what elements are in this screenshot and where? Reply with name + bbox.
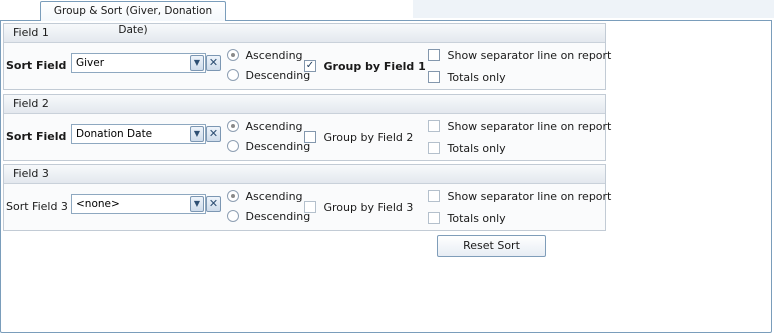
totals-only-2-label: Totals only: [447, 141, 506, 155]
field-3-group: Field 3 Sort Field 3 <none> ▼ ✕ Ascendin…: [3, 164, 611, 231]
group-by-field-2-checkbox[interactable]: [304, 131, 316, 143]
sort-field-2-value: Donation Date: [76, 128, 153, 140]
separator-line-1-label: Show separator line on report: [447, 48, 612, 62]
sort-field-3-select[interactable]: <none> ▼: [71, 194, 206, 214]
field-1-group: Field 1 Sort Field 1 Giver ▼ ✕ Ascending…: [3, 23, 611, 90]
tab-group-sort[interactable]: Group & Sort (Giver, Donation Date): [40, 1, 226, 36]
clear-sort-field-3-button[interactable]: ✕: [206, 196, 221, 212]
sort-field-2-label: Sort Field 2: [6, 130, 78, 143]
totals-only-3-checkbox[interactable]: [428, 212, 440, 224]
chevron-down-icon[interactable]: ▼: [190, 126, 204, 142]
descending-3-radio[interactable]: [227, 210, 239, 222]
sort-field-2-select[interactable]: Donation Date ▼: [71, 124, 206, 144]
sort-field-3-label: Sort Field 3: [6, 200, 68, 213]
group-by-field-1-label: Group by Field 1: [323, 59, 426, 73]
totals-only-1-label: Totals only: [447, 70, 506, 84]
separator-line-3-label: Show separator line on report: [447, 189, 612, 203]
ascending-3-label: Ascending: [245, 189, 303, 203]
chevron-down-icon[interactable]: ▼: [190, 196, 204, 212]
ascending-2-label: Ascending: [245, 119, 303, 133]
separator-line-3-checkbox[interactable]: [428, 190, 440, 202]
separator-line-1-checkbox[interactable]: [428, 49, 440, 61]
descending-2-radio[interactable]: [227, 140, 239, 152]
ascending-1-label: Ascending: [245, 48, 303, 62]
totals-only-2-checkbox[interactable]: [428, 142, 440, 154]
ascending-3-radio[interactable]: [227, 190, 239, 202]
ascending-2-radio[interactable]: [227, 120, 239, 132]
separator-line-2-label: Show separator line on report: [447, 119, 612, 133]
descending-3-label: Descending: [245, 209, 311, 223]
group-sort-panel: Field 1 Sort Field 1 Giver ▼ ✕ Ascending…: [0, 20, 772, 333]
group-by-field-3-checkbox[interactable]: [304, 201, 316, 213]
group-by-field-2-label: Group by Field 2: [323, 130, 414, 144]
field-2-group: Field 2 Sort Field 2 Donation Date ▼ ✕ A…: [3, 94, 611, 161]
sort-field-3-value: <none>: [76, 198, 120, 210]
clear-sort-field-1-button[interactable]: ✕: [206, 55, 221, 71]
field-2-header: Field 2: [4, 95, 605, 114]
sort-field-1-label: Sort Field 1: [6, 59, 78, 72]
descending-2-label: Descending: [245, 139, 311, 153]
tab-strip-background: [413, 0, 774, 18]
ascending-1-radio[interactable]: [227, 49, 239, 61]
field-1-header: Field 1: [4, 24, 605, 43]
separator-line-2-checkbox[interactable]: [428, 120, 440, 132]
totals-only-3-label: Totals only: [447, 211, 506, 225]
group-by-field-3-label: Group by Field 3: [323, 200, 414, 214]
clear-sort-field-2-button[interactable]: ✕: [206, 126, 221, 142]
group-by-field-1-checkbox[interactable]: ✓: [304, 60, 316, 72]
descending-1-label: Descending: [245, 68, 311, 82]
field-3-header: Field 3: [4, 165, 605, 184]
chevron-down-icon[interactable]: ▼: [190, 55, 204, 71]
descending-1-radio[interactable]: [227, 69, 239, 81]
sort-field-1-value: Giver: [76, 57, 105, 69]
checkmark-icon: ✓: [305, 60, 315, 71]
totals-only-1-checkbox[interactable]: [428, 71, 440, 83]
sort-field-1-select[interactable]: Giver ▼: [71, 53, 206, 73]
reset-sort-button[interactable]: Reset Sort: [437, 235, 546, 257]
